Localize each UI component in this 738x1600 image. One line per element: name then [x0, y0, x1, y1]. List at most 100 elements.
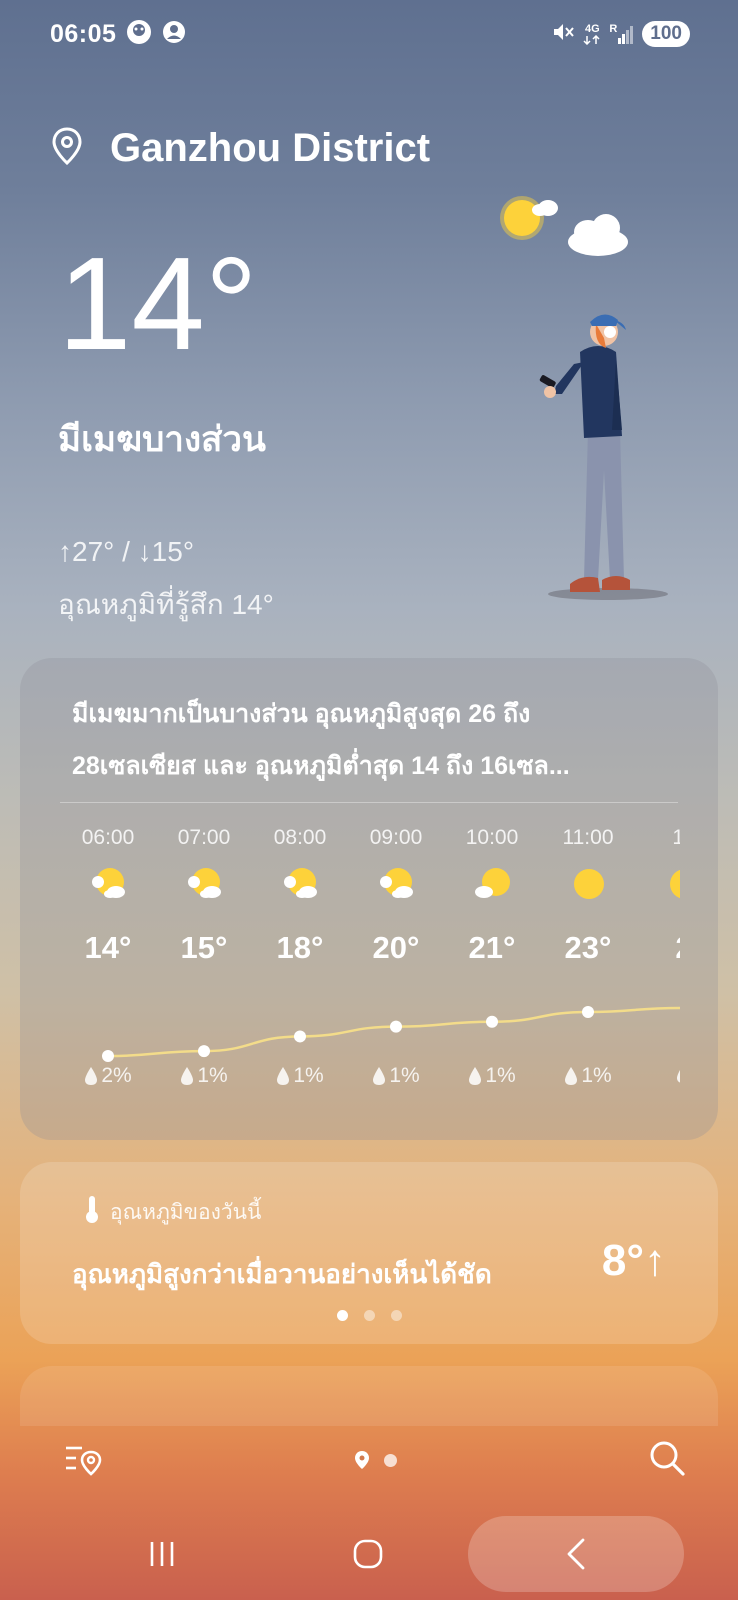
current-location-dot-icon [354, 1451, 369, 1469]
system-navigation-bar [0, 1506, 738, 1600]
forecast-summary-line2: 28เซลเซียส และ อุณหภูมิต่ำสุด 14 ถึง 16เ… [72, 752, 570, 780]
hour-time: 10:00 [465, 826, 519, 849]
precipitation-value: 1% [197, 1064, 228, 1087]
hour-column: 11:00 23° 1% [540, 808, 636, 1128]
network-label: 4G [585, 22, 600, 35]
sun-behind-cloud-icon [182, 864, 228, 904]
raindrop-icon [277, 1067, 290, 1085]
cloud-icon [568, 214, 628, 256]
hour-column: 10:00 21° 1% [444, 808, 540, 1128]
raindrop-icon [373, 1067, 386, 1085]
pager-dot-1[interactable] [336, 1310, 348, 1321]
hour-time: 09:00 [369, 826, 423, 849]
location-row[interactable]: Ganzhou District [52, 126, 430, 171]
status-left: 06:05 [50, 19, 186, 50]
raindrop-icon [469, 1067, 482, 1085]
insight-label: อุณหภูมิของวันนี้ [84, 1194, 261, 1230]
insight-text: อุณหภูมิสูงกว่าเมื่อวานอย่างเห็นได้ชัด [72, 1259, 492, 1289]
status-time: 06:05 [50, 19, 117, 48]
hour-precipitation: 1% [252, 1064, 348, 1088]
person-figure [539, 314, 668, 600]
search-icon[interactable] [648, 1439, 686, 1482]
insight-pager[interactable] [20, 1310, 718, 1321]
feels-like-temperature: อุณหภูมิที่รู้สึก 14° [58, 589, 274, 620]
hour-time: 06:00 [81, 826, 135, 849]
network-4g-icon: 4G [583, 22, 601, 45]
precipitation-value: 1% [293, 1064, 324, 1087]
hourly-forecast-card[interactable]: มีเมฆมากเป็นบางส่วน อุณหภูมิสูงสุด 26 ถึ… [20, 658, 718, 1140]
hourly-forecast-list[interactable]: 06:00 14° 2% 07:00 15° 1% 08:00 18° 1% 09:00 20° 1%… [60, 808, 680, 1128]
location-name: Ganzhou District [110, 126, 431, 170]
hour-precipitation: 1% [156, 1064, 252, 1088]
hour-temperature: 23° [564, 930, 612, 965]
thermometer-icon [84, 1194, 100, 1230]
hour-temperature: 2 [636, 930, 680, 966]
weather-illustration [470, 180, 730, 620]
location-dot-2 [383, 1453, 397, 1467]
bottom-app-bar [0, 1414, 738, 1506]
sun-icon [566, 864, 612, 904]
raindrop-icon [181, 1067, 194, 1085]
hour-temperature: 21° [468, 930, 516, 965]
forecast-summary-line1: มีเมฆมากเป็นบางส่วน อุณหภูมิสูงสุด 26 ถึ… [72, 700, 531, 728]
hour-temperature: 18° [276, 930, 324, 965]
home-icon [353, 1539, 383, 1569]
status-bar: 06:05 4G R 100 [0, 0, 738, 68]
raindrop-icon [565, 1067, 578, 1085]
account-icon [162, 20, 186, 49]
precipitation-value: 1% [389, 1064, 420, 1087]
current-condition: มีเมฆบางส่วน [58, 420, 266, 459]
location-page-indicator [354, 1450, 397, 1470]
recent-apps-button[interactable] [128, 1516, 196, 1592]
sun-behind-cloud-icon [374, 864, 420, 904]
notification-avatar-icon [126, 19, 152, 50]
precipitation-value: 1% [485, 1064, 516, 1087]
manage-locations-icon[interactable] [64, 1440, 102, 1481]
insight-value: 8°↑ [601, 1236, 666, 1285]
forecast-summary: มีเมฆมากเป็นบางส่วน อุณหภูมิสูงสุด 26 ถึ… [72, 688, 674, 792]
hour-column: 12 2 [636, 808, 680, 1128]
location-pin-icon [52, 127, 82, 170]
hour-precipitation: 1% [348, 1064, 444, 1088]
sun-behind-cloud-icon [86, 864, 132, 904]
temperature-insight-card[interactable]: อุณหภูมิของวันนี้ อุณหภูมิสูงกว่าเมื่อวา… [20, 1162, 718, 1344]
insight-label-text: อุณหภูมิของวันนี้ [110, 1200, 262, 1224]
hour-column: 07:00 15° 1% [156, 808, 252, 1128]
hour-precipitation: 1% [540, 1064, 636, 1088]
sun-icon [662, 864, 680, 904]
sun-behind-cloud-icon [278, 864, 324, 904]
hour-precipitation: 1% [444, 1064, 540, 1088]
hour-precipitation [636, 1064, 680, 1084]
recent-apps-icon [150, 1542, 174, 1566]
raindrop-icon [85, 1067, 98, 1085]
signal-icon: R [609, 24, 634, 44]
pager-dot-2[interactable] [363, 1310, 375, 1321]
hour-time: 11:00 [562, 826, 614, 849]
high-low-temperature: ↑27° / ↓15° [58, 536, 195, 567]
hour-temperature: 15° [180, 930, 228, 965]
hour-time: 12 [672, 826, 680, 849]
back-icon [567, 1538, 585, 1570]
hour-column: 09:00 20° 1% [348, 808, 444, 1128]
pager-dot-3[interactable] [390, 1310, 402, 1321]
roaming-label: R [609, 23, 618, 35]
hour-precipitation: 2% [60, 1064, 156, 1088]
raindrop-icon [676, 1069, 680, 1083]
sun-icon [500, 196, 558, 240]
hour-temperature: 14° [84, 930, 132, 965]
sun-small-cloud-icon [470, 864, 516, 904]
hour-time: 08:00 [273, 826, 327, 849]
battery-indicator: 100 [642, 21, 690, 47]
hour-column: 08:00 18° 1% [252, 808, 348, 1128]
current-temperature: 14° [58, 230, 258, 377]
hour-temperature: 20° [372, 930, 420, 965]
hour-column: 06:00 14° 2% [60, 808, 156, 1128]
back-button[interactable] [468, 1516, 684, 1592]
forecast-divider [60, 802, 678, 803]
hour-time: 07:00 [177, 826, 231, 849]
precipitation-value: 2% [101, 1064, 132, 1087]
status-right: 4G R 100 [551, 20, 690, 49]
home-button[interactable] [334, 1516, 402, 1592]
mute-icon [551, 20, 575, 49]
precipitation-value: 1% [581, 1064, 612, 1087]
